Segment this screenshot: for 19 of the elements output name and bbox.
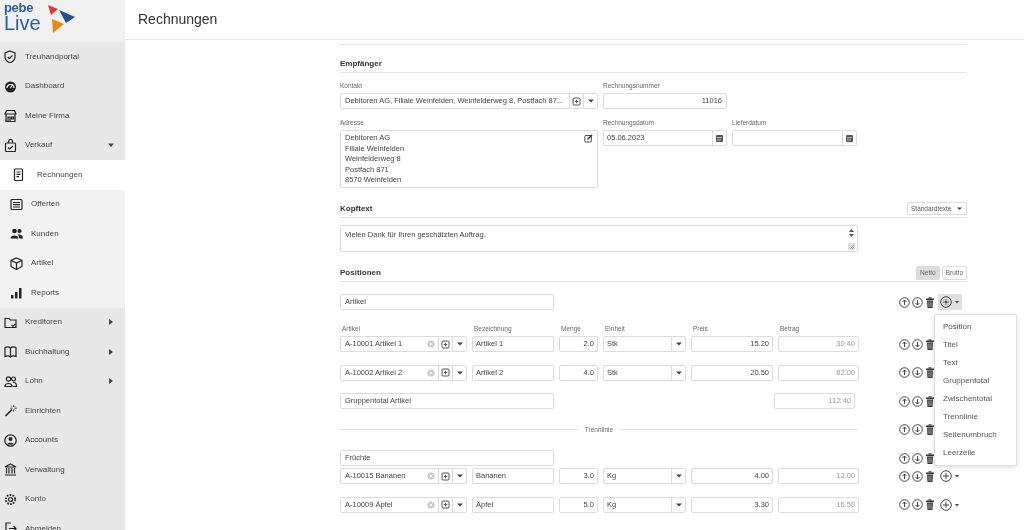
- menu-item[interactable]: Seitenumbruch: [935, 426, 1016, 444]
- menu-item[interactable]: Text: [935, 354, 1016, 372]
- menu-item[interactable]: Trennlinie: [935, 408, 1016, 426]
- menu-item[interactable]: Position: [935, 318, 1016, 336]
- sidebar-item[interactable]: Artikel: [0, 248, 125, 278]
- section-heading: Empfänger: [340, 57, 382, 70]
- logo-text: pebe: [4, 1, 34, 14]
- menu-item[interactable]: Zwischentotal: [935, 390, 1016, 408]
- menu-item[interactable]: Gruppentotal: [935, 372, 1016, 390]
- sidebar-item[interactable]: Offerten: [0, 189, 125, 219]
- sidebar-item[interactable]: Reports: [0, 278, 125, 308]
- menu-item[interactable]: Titel: [935, 336, 1016, 354]
- sidebar-item[interactable]: Kunden: [0, 219, 125, 249]
- logo-text: Live: [4, 13, 41, 33]
- sidebar-item[interactable]: Rechnungen: [0, 160, 125, 190]
- section-heading: Positionen: [340, 266, 381, 279]
- menu-item[interactable]: Leerzeile: [935, 444, 1016, 462]
- section-heading: Kopftext: [340, 202, 373, 215]
- page-title: Rechnungen: [138, 10, 218, 29]
